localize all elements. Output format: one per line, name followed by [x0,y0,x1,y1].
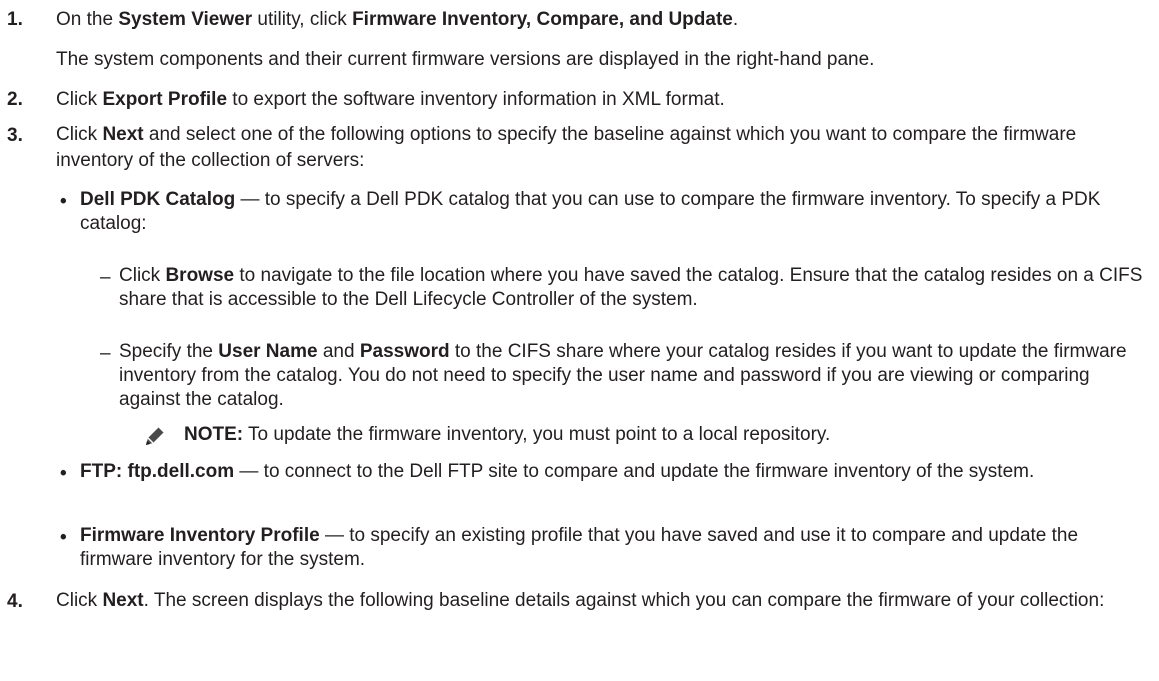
dash-icon: – [100,267,111,288]
note-text: NOTE: To update the firmware inventory, … [184,424,831,445]
step-text: Click Next and select one of the followi… [56,124,1077,171]
subitem-text: Click Browse to navigate to the file loc… [119,265,1143,310]
document-page: 1. On the System Viewer utility, click F… [0,0,1159,681]
ui-term-next: Next [102,590,144,611]
bullet-icon: • [60,191,67,212]
step-text: Click Next. The screen displays the foll… [56,590,1105,611]
bullet-icon: • [60,463,67,484]
option-title: Dell PDK Catalog [80,189,236,210]
option-title: Firmware Inventory Profile [80,525,320,546]
bullet-icon: • [60,527,67,548]
step-number: 3. [7,125,23,146]
ui-term-browse: Browse [165,265,235,286]
ui-term-export-profile: Export Profile [102,89,228,110]
step-text: Click Export Profile to export the softw… [56,89,725,110]
step-number: 1. [7,9,23,30]
subitem-text: Specify the User Name and Password to th… [119,341,1127,410]
step-number: 2. [7,89,23,110]
ui-term-system-viewer: System Viewer [118,9,253,30]
option-text: Dell PDK Catalog — to specify a Dell PDK… [80,189,1101,234]
step-number: 4. [7,591,23,612]
step-detail-text: The system components and their current … [56,49,875,70]
note-pencil-icon [143,424,167,448]
ui-term-user-name: User Name [218,341,318,362]
ui-term-firmware-inventory: Firmware Inventory, Compare, and Update [352,9,733,30]
note-label: NOTE: [184,424,244,445]
step-text: On the System Viewer utility, click Firm… [56,9,739,30]
note-callout: NOTE: To update the firmware inventory, … [142,421,1151,451]
option-title: FTP: ftp.dell.com [80,461,235,482]
option-text: Firmware Inventory Profile — to specify … [80,525,1079,570]
ui-term-next: Next [102,124,144,145]
dash-icon: – [100,343,111,364]
option-text: FTP: ftp.dell.com — to connect to the De… [80,461,1035,482]
ui-term-password: Password [359,341,450,362]
